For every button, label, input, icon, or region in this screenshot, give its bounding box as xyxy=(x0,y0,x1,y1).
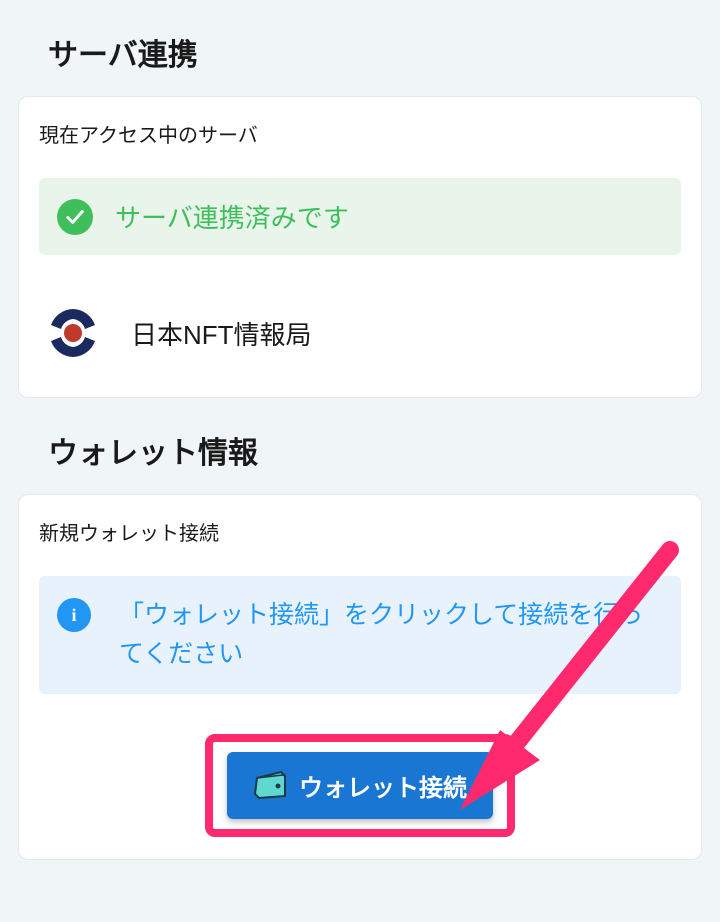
server-logo-icon xyxy=(45,305,101,361)
info-circle-icon: i xyxy=(57,598,91,632)
server-link-title: サーバ連携 xyxy=(0,0,720,96)
server-row: 日本NFT情報局 xyxy=(39,295,681,375)
wallet-connect-button-label: ウォレット接続 xyxy=(299,768,467,803)
wallet-connect-button[interactable]: ウォレット接続 xyxy=(227,752,493,819)
wallet-icon xyxy=(253,770,289,800)
highlight-frame: ウォレット接続 xyxy=(205,734,515,837)
server-link-card: 現在アクセス中のサーバ サーバ連携済みです 日本NFT情報局 xyxy=(18,96,702,398)
wallet-info-text: 「ウォレット接続」をクリックして接続を行ってください xyxy=(119,596,663,674)
server-status-banner: サーバ連携済みです xyxy=(39,178,681,255)
server-status-text: サーバ連携済みです xyxy=(115,198,349,235)
wallet-info-subtitle: 新規ウォレット接続 xyxy=(39,517,681,546)
wallet-info-banner: i 「ウォレット接続」をクリックして接続を行ってください xyxy=(39,576,681,694)
wallet-info-card: 新規ウォレット接続 i 「ウォレット接続」をクリックして接続を行ってください ウ… xyxy=(18,494,702,860)
server-link-subtitle: 現在アクセス中のサーバ xyxy=(39,119,681,148)
server-name: 日本NFT情報局 xyxy=(131,315,312,352)
wallet-info-title: ウォレット情報 xyxy=(0,398,720,494)
check-circle-icon xyxy=(57,199,93,235)
